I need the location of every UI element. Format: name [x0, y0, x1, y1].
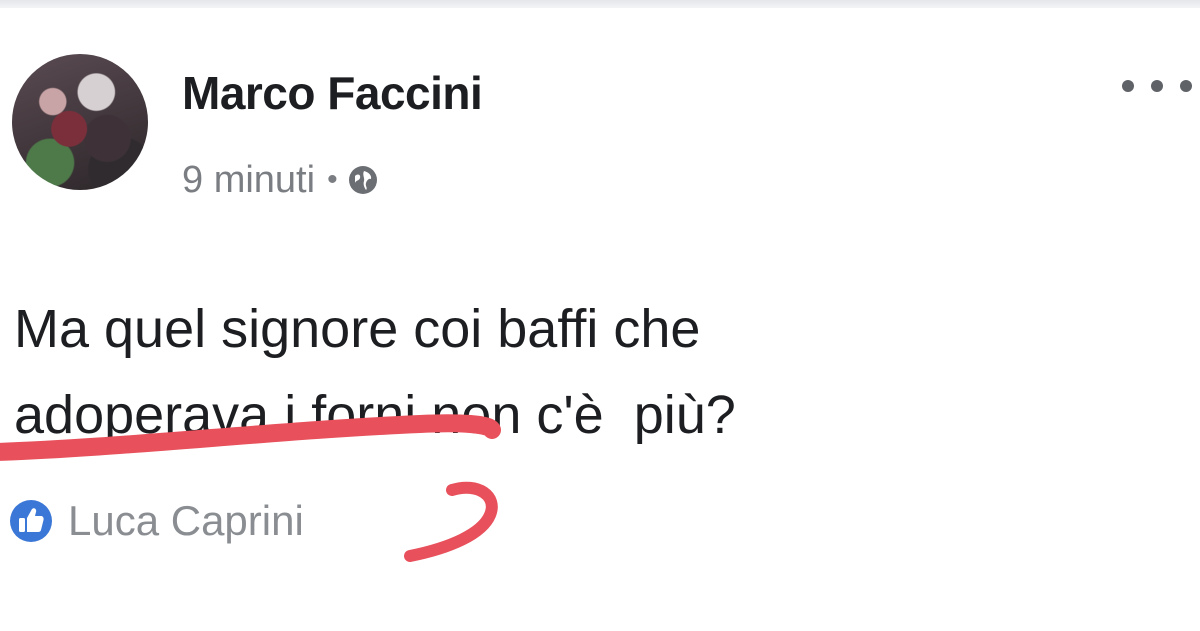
author-name[interactable]: Marco Faccini — [182, 66, 483, 120]
top-divider — [0, 0, 1200, 8]
post-text: Ma quel signore coi baffi che adoperava … — [14, 286, 1114, 458]
globe-icon[interactable] — [346, 163, 380, 197]
meta-separator: • — [327, 163, 338, 196]
post-text-line: Ma quel signore coi baffi che — [14, 299, 701, 359]
author-avatar[interactable] — [12, 54, 148, 190]
like-icon — [10, 500, 52, 542]
post-timestamp[interactable]: 9 minuti — [182, 159, 315, 202]
post-card: Marco Faccini 9 minuti • Ma quel signore… — [0, 8, 1200, 631]
post-text-line: adoperava i forni non c'è più? — [14, 385, 736, 445]
more-dot — [1151, 80, 1163, 92]
more-dot — [1122, 80, 1134, 92]
more-dot — [1180, 80, 1192, 92]
more-options-icon[interactable] — [1122, 70, 1192, 102]
reaction-row[interactable]: Luca Caprini — [8, 495, 304, 547]
post-meta: 9 minuti • — [182, 158, 380, 202]
reactor-name[interactable]: Luca Caprini — [68, 497, 304, 545]
